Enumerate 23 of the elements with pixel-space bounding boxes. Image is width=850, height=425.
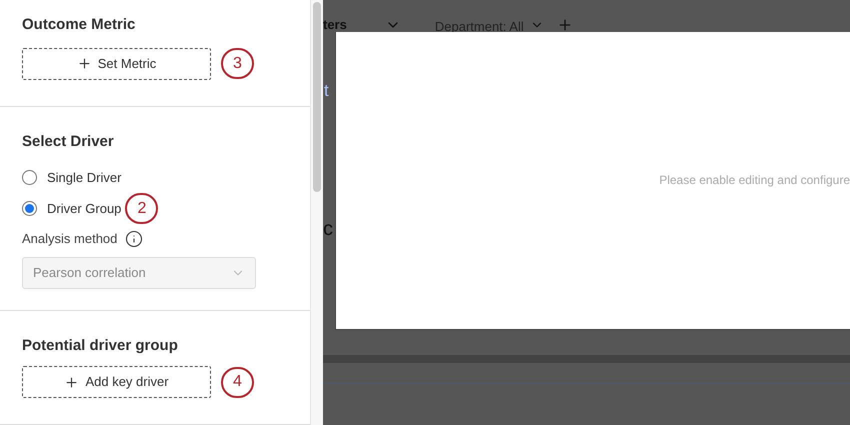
section-title: Select Driver bbox=[22, 132, 115, 152]
add-button[interactable]: Add key driver bbox=[22, 366, 211, 398]
radio-label: Driver Group bbox=[47, 200, 122, 218]
radio-button[interactable] bbox=[22, 170, 37, 185]
info-icon[interactable] bbox=[125, 230, 144, 248]
plus-icon[interactable] bbox=[556, 17, 573, 33]
plus-icon bbox=[64, 374, 80, 390]
step-number-callout: 2 bbox=[125, 193, 158, 224]
heading-text: c bbox=[323, 216, 334, 242]
empty-state-message: Please enable editing and configure bbox=[659, 172, 850, 188]
section-title: Potential driver group bbox=[22, 336, 179, 356]
link-text[interactable]: t bbox=[323, 78, 334, 104]
radio-label: Single Driver bbox=[47, 168, 122, 187]
add-button[interactable]: Set Metric bbox=[22, 48, 211, 80]
step-number-callout: 4 bbox=[221, 366, 254, 398]
plus-icon bbox=[76, 56, 92, 71]
step-number-callout: 3 bbox=[221, 48, 254, 79]
analysis-method-dropdown[interactable]: Pearson correlation bbox=[22, 256, 256, 288]
scrollbar[interactable] bbox=[310, 0, 323, 425]
field-label: Analysis method bbox=[22, 230, 118, 248]
filter-label: ters bbox=[323, 16, 347, 34]
section-title: Outcome Metric bbox=[22, 15, 136, 35]
radio-button[interactable] bbox=[22, 201, 37, 216]
